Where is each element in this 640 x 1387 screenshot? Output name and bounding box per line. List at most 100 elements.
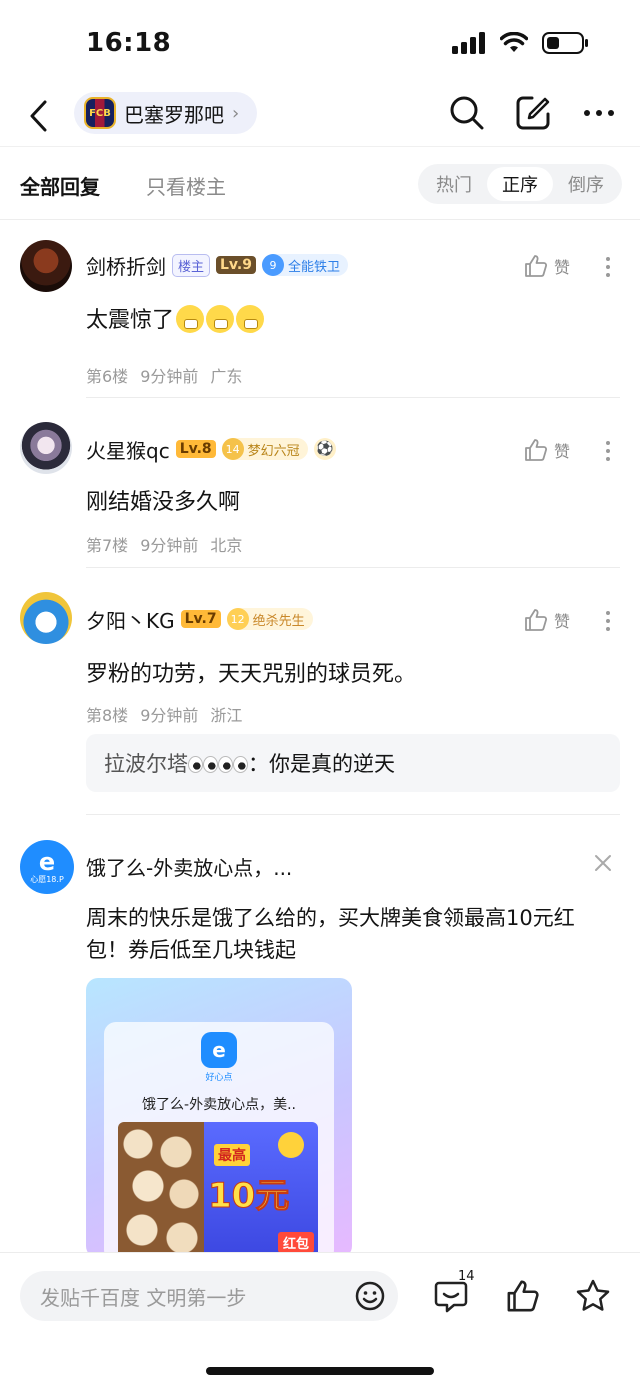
emoji-icon[interactable] (354, 1280, 386, 1312)
status-bar: 16:18 (0, 0, 640, 88)
wifi-icon (500, 32, 528, 52)
honor-number: 14 (221, 438, 244, 460)
sort-option-descending[interactable]: 倒序 (553, 167, 619, 201)
search-button[interactable] (448, 94, 486, 132)
user-info: 火星猴qc Lv.8 14 梦幻六冠 ⚽ (86, 434, 336, 464)
sort-segmented-control: 热门 正序 倒序 (418, 164, 622, 204)
post-location: 广东 (210, 367, 243, 386)
level-badge: Lv.9 (216, 256, 256, 274)
reply-input-placeholder: 发贴千百度 文明第一步 (40, 1285, 247, 1310)
compose-button[interactable] (514, 94, 552, 132)
tab-all-replies[interactable]: 全部回复 (20, 171, 100, 200)
forum-name: 巴塞罗那吧 (124, 102, 224, 127)
thumbs-up-icon (507, 1280, 539, 1312)
reply-meta: 第8楼 9分钟前 浙江 (86, 702, 242, 726)
post-location: 浙江 (210, 706, 243, 725)
avatar[interactable] (20, 592, 72, 644)
status-time: 16:18 (86, 28, 172, 58)
reply-text: 太震惊了 (86, 308, 175, 333)
more-options-button[interactable] (602, 436, 614, 466)
honor-badge: 9 全能铁卫 (261, 254, 348, 276)
smile-emoji-icon (278, 1132, 304, 1158)
ad-text[interactable]: 周末的快乐是饿了么给的，买大牌美食领最高10元红包！券后低至几块钱起 (86, 902, 616, 966)
shocked-emoji-icon (176, 305, 205, 333)
more-options-button[interactable] (602, 252, 614, 282)
honor-title: 全能铁卫 (287, 259, 340, 275)
avatar[interactable] (20, 240, 72, 292)
ad-photo: 最高 10元 红包 (118, 1122, 318, 1258)
sort-option-hot[interactable]: 热门 (421, 167, 487, 201)
user-info: 夕阳丶KG Lv.7 12 绝杀先生 (86, 604, 313, 634)
post-time: 9分钟前 (140, 706, 199, 725)
like-button[interactable]: 赞 (524, 438, 570, 462)
reply-meta: 第7楼 9分钟前 北京 (86, 532, 242, 556)
close-icon (595, 855, 611, 871)
post-location: 北京 (210, 536, 243, 555)
forum-logo: FCB (84, 97, 116, 129)
honor-title: 绝杀先生 (252, 613, 305, 629)
ad-card-subtitle: 好心点 (205, 1073, 233, 1083)
reply-meta: 第6楼 9分钟前 广东 (86, 363, 242, 387)
promo-top-label: 最高 (214, 1144, 250, 1166)
search-icon (450, 96, 484, 130)
like-button[interactable]: 赞 (524, 608, 570, 632)
food-image (118, 1122, 204, 1258)
reply-content: 罗粉的功劳，天天咒别的球员死。 (86, 662, 417, 687)
sub-reply[interactable]: 拉波尔塔 ：你是真的逆天 (86, 734, 620, 792)
post-time: 9分钟前 (140, 367, 199, 386)
comment-count: 14 (458, 1269, 475, 1284)
reply-item: 夕阳丶KG Lv.7 12 绝杀先生 赞 罗粉的功劳，天天咒别的球员死。 第8楼… (0, 568, 640, 816)
comment-icon (434, 1281, 468, 1313)
like-post-button[interactable] (504, 1277, 542, 1315)
star-icon (576, 1279, 610, 1311)
like-button[interactable]: 赞 (524, 254, 570, 278)
reply-filter-bar: 全部回复 只看楼主 热门 正序 倒序 (0, 146, 640, 220)
bottom-bar: 发贴千百度 文明第一步 14 (0, 1252, 640, 1387)
favorite-button[interactable] (574, 1277, 612, 1315)
shocked-emoji-icon (206, 305, 235, 333)
honor-title: 梦幻六冠 (247, 443, 300, 459)
ad-close-button[interactable] (592, 852, 614, 874)
ad-inner-card: e 好心点 饿了么-外卖放心点，美.. 最高 10元 红包 (104, 1022, 334, 1258)
ad-title[interactable]: 饿了么-外卖放心点，... (86, 852, 292, 881)
cellular-signal-icon (452, 32, 485, 54)
avatar[interactable] (20, 422, 72, 474)
reply-content: 刚结婚没多久啊 (86, 490, 241, 515)
thumbs-up-icon (525, 609, 548, 631)
home-indicator (206, 1367, 434, 1375)
username[interactable]: 火星猴qc (86, 435, 170, 464)
thumbs-up-icon (525, 439, 548, 461)
eyes-emoji-icon (188, 754, 218, 773)
status-icons (452, 32, 588, 54)
shocked-emoji-icon (236, 305, 265, 333)
username[interactable]: 剑桥折剑 (86, 251, 166, 280)
chevron-right-icon: › (232, 102, 240, 124)
nav-bar: FCB 巴塞罗那吧 › (0, 88, 640, 146)
sub-reply-author[interactable]: 拉波尔塔 (104, 748, 188, 778)
like-label: 赞 (553, 612, 570, 631)
nav-actions (448, 94, 618, 132)
forum-link[interactable]: FCB 巴塞罗那吧 › (74, 92, 258, 134)
floor-number: 第6楼 (86, 367, 129, 386)
ad-avatar-caption: 心愿18.P (30, 874, 64, 884)
level-badge: Lv.7 (180, 610, 221, 628)
thumbs-up-icon (525, 255, 548, 277)
ad-avatar[interactable]: e 心愿18.P (20, 840, 74, 894)
like-label: 赞 (553, 258, 570, 277)
floor-number: 第8楼 (86, 706, 129, 725)
back-button[interactable] (22, 96, 56, 136)
ad-card-title: 饿了么-外卖放心点，美.. (142, 1097, 296, 1113)
floor-number: 第7楼 (86, 536, 129, 555)
username[interactable]: 夕阳丶KG (86, 605, 175, 634)
more-options-button[interactable] (602, 606, 614, 636)
tab-op-only[interactable]: 只看楼主 (146, 171, 226, 200)
reply-item: 剑桥折剑 楼主 Lv.9 9 全能铁卫 赞 太震惊了 第6楼 9分钟前 广东 (0, 220, 640, 398)
back-arrow-icon (30, 100, 47, 132)
reply-input[interactable]: 发贴千百度 文明第一步 (20, 1271, 398, 1321)
more-button[interactable] (580, 94, 618, 132)
divider (86, 814, 620, 815)
sort-option-ascending[interactable]: 正序 (487, 167, 553, 201)
reply-content: 太震惊了 (86, 304, 265, 338)
ad-image-card[interactable]: e 好心点 饿了么-外卖放心点，美.. 最高 10元 红包 (86, 978, 352, 1258)
honor-number: 12 (226, 608, 249, 630)
